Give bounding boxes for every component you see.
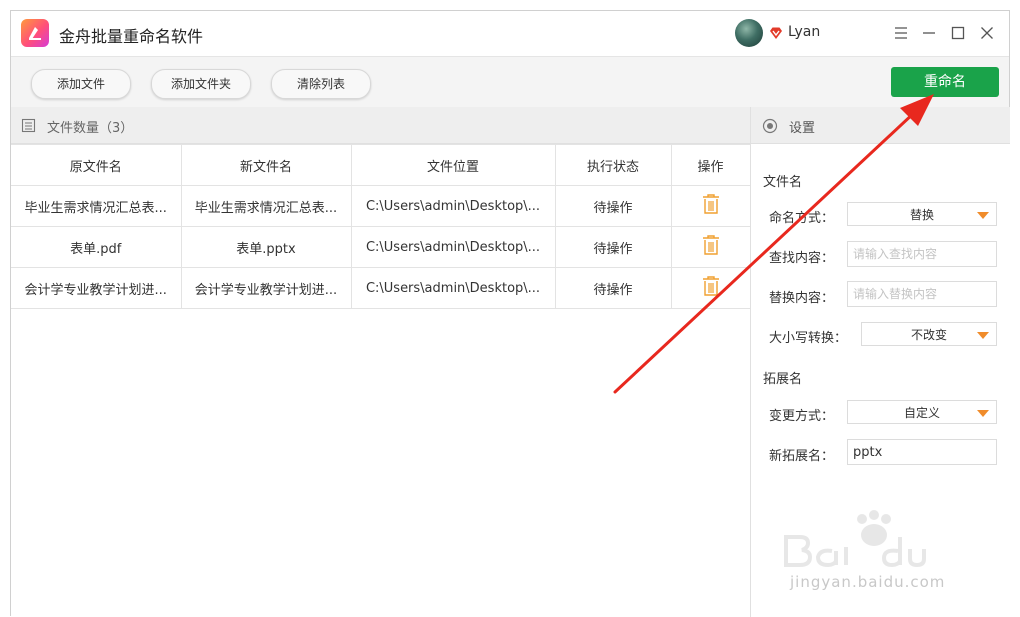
find-content-input[interactable]	[847, 241, 997, 267]
vip-icon	[769, 25, 783, 44]
table-row[interactable]: 表单.pdf 表单.pptx C:\Users\admin\Desktop\..…	[11, 226, 751, 268]
file-count: 文件数量（3）	[47, 121, 134, 136]
table-row[interactable]: 毕业生需求情况汇总表... 毕业生需求情况汇总表... C:\Users\adm…	[11, 185, 751, 227]
file-list-icon	[21, 118, 37, 137]
naming-mode-select[interactable]: 替换	[847, 202, 997, 226]
original-filename: 毕业生需求情况汇总表...	[11, 185, 182, 227]
user-avatar[interactable]	[735, 19, 763, 47]
action-cell	[670, 226, 751, 268]
username[interactable]: Lyan	[788, 24, 820, 40]
table-row[interactable]: 会计学专业教学计划进... 会计学专业教学计划进... C:\Users\adm…	[11, 267, 751, 309]
new-extension-input[interactable]	[847, 439, 997, 465]
chevron-down-icon	[977, 410, 989, 417]
original-filename: 会计学专业教学计划进...	[11, 267, 182, 309]
extension-section-title: 拓展名	[763, 372, 803, 387]
toolbar: 添加文件 添加文件夹 清除列表 重命名	[11, 57, 1009, 108]
title-bar: 金舟批量重命名软件 Lyan	[11, 11, 1009, 57]
settings-header: 设置	[751, 107, 1010, 144]
new-filename: 毕业生需求情况汇总表...	[180, 185, 352, 227]
execution-status: 待操作	[554, 185, 672, 227]
file-location: C:\Users\admin\Desktop\...	[350, 226, 556, 268]
case-conversion-select[interactable]: 不改变	[861, 322, 997, 346]
app-title: 金舟批量重命名软件	[59, 27, 204, 46]
chevron-down-icon	[977, 332, 989, 339]
change-mode-select[interactable]: 自定义	[847, 400, 997, 424]
file-location: C:\Users\admin\Desktop\...	[350, 267, 556, 309]
menu-icon[interactable]	[891, 23, 911, 43]
add-file-button[interactable]: 添加文件	[31, 69, 131, 99]
naming-mode-value: 替换	[909, 208, 934, 222]
find-content-label: 查找内容：	[769, 251, 835, 266]
new-filename: 表单.pptx	[180, 226, 352, 268]
rename-button[interactable]: 重命名	[891, 67, 999, 97]
table-header-row: 原文件名 新文件名 文件位置 执行状态 操作	[11, 144, 751, 186]
clear-list-button[interactable]: 清除列表	[271, 69, 371, 99]
file-list-header: 文件数量（3）	[11, 107, 750, 144]
filename-section-title: 文件名	[763, 175, 803, 190]
new-extension-label: 新拓展名：	[769, 449, 835, 464]
app-logo-icon	[21, 19, 49, 47]
settings-title: 设置	[789, 121, 816, 136]
new-filename: 会计学专业教学计划进...	[180, 267, 352, 309]
add-folder-button[interactable]: 添加文件夹	[151, 69, 251, 99]
case-conversion-label: 大小写转换：	[769, 331, 848, 346]
watermark-text: jingyan.baidu.com	[790, 573, 946, 591]
replace-content-input[interactable]	[847, 281, 997, 307]
trash-icon[interactable]	[701, 234, 721, 260]
maximize-icon[interactable]	[948, 23, 968, 43]
minimize-icon[interactable]	[919, 23, 939, 43]
change-mode-value: 自定义	[903, 406, 940, 420]
column-header-status: 执行状态	[554, 144, 672, 186]
chevron-down-icon	[977, 212, 989, 219]
column-header-action: 操作	[670, 144, 751, 186]
original-filename: 表单.pdf	[11, 226, 182, 268]
change-mode-label: 变更方式：	[769, 409, 835, 424]
file-table: 原文件名 新文件名 文件位置 执行状态 操作 毕业生需求情况汇总表... 毕业生…	[11, 144, 751, 309]
close-icon[interactable]	[977, 23, 997, 43]
baidu-watermark-logo	[780, 505, 980, 579]
column-header-original: 原文件名	[11, 144, 182, 186]
replace-content-label: 替换内容：	[769, 291, 835, 306]
file-location: C:\Users\admin\Desktop\...	[350, 185, 556, 227]
action-cell	[670, 185, 751, 227]
column-header-new: 新文件名	[180, 144, 352, 186]
trash-icon[interactable]	[701, 193, 721, 219]
case-conversion-value: 不改变	[910, 328, 947, 342]
action-cell	[670, 267, 751, 309]
column-header-location: 文件位置	[350, 144, 556, 186]
execution-status: 待操作	[554, 226, 672, 268]
trash-icon[interactable]	[701, 275, 721, 301]
settings-radio-icon	[762, 118, 778, 138]
naming-mode-label: 命名方式：	[769, 211, 835, 226]
execution-status: 待操作	[554, 267, 672, 309]
